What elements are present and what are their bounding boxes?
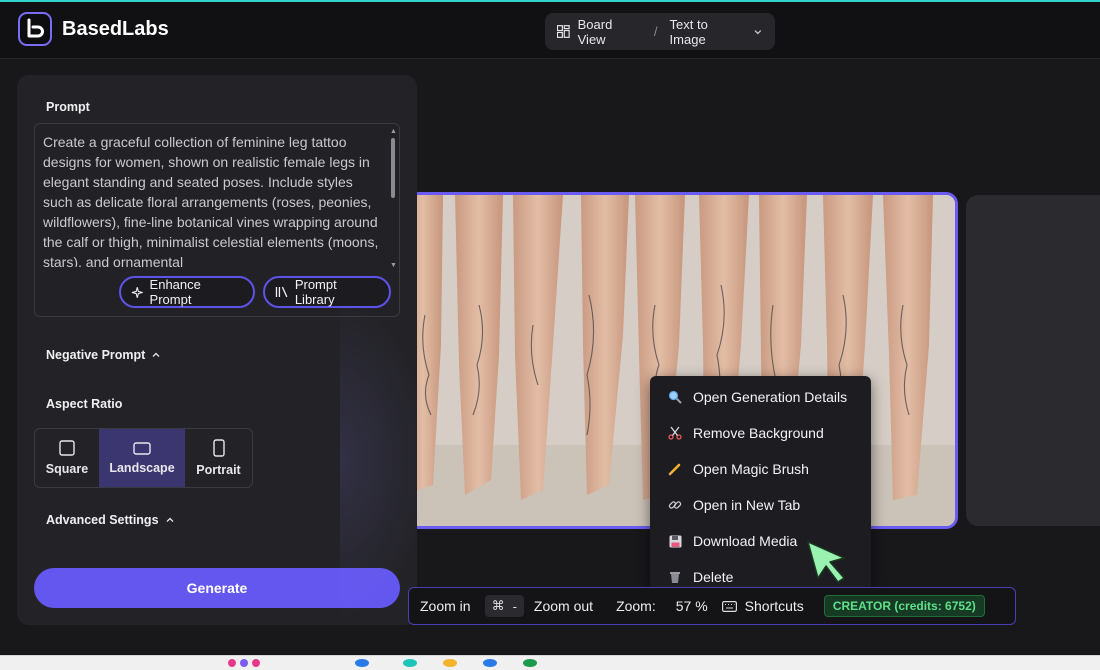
menu-item-remove-background[interactable]: Remove Background [650,415,871,451]
floppy-disk-icon [667,533,683,549]
canvas-toolbar: Zoom in ⌘ - Zoom out Zoom: 57 % Shortcut… [408,587,1016,625]
menu-label: Remove Background [693,425,824,441]
app-dot [523,659,537,667]
plan-credits-badge[interactable]: CREATOR (credits: 6752) [823,595,985,617]
next-image-card[interactable] [966,195,1100,526]
os-taskbar [0,655,1100,670]
menu-item-magic-brush[interactable]: Open Magic Brush [650,451,871,487]
app-dot [240,659,248,667]
enhance-prompt-button[interactable]: Enhance Prompt [119,276,255,308]
menu-label: Delete [693,569,734,585]
brand-name: BasedLabs [62,18,169,40]
app-dot [403,659,417,667]
logo-b-icon [27,18,44,38]
menu-item-generation-details[interactable]: Open Generation Details [650,379,871,415]
prompt-scrollbar[interactable]: ▲ ▼ [390,128,397,269]
prompt-textarea[interactable]: Create a graceful collection of feminine… [34,123,400,317]
zoom-out-button[interactable]: Zoom out [534,598,593,614]
prompt-library-label: Prompt Library [294,277,337,307]
breadcrumb-separator: / [653,24,658,39]
zoom-label: Zoom: [616,598,656,614]
aspect-portrait-label: Portrait [196,463,241,477]
aspect-option-square[interactable]: Square [35,429,99,487]
breadcrumb-mode[interactable]: Text to Image [670,17,746,47]
app-dot [355,659,369,667]
negative-prompt-label: Negative Prompt [46,348,146,362]
sparkle-icon [131,286,143,298]
negative-prompt-toggle[interactable]: Negative Prompt [46,348,161,362]
prompt-text[interactable]: Create a graceful collection of feminine… [43,132,383,267]
menu-label: Open Magic Brush [693,461,809,477]
aspect-ratio-label: Aspect Ratio [46,397,123,411]
aspect-landscape-label: Landscape [109,460,175,475]
advanced-settings-toggle[interactable]: Advanced Settings [46,513,175,527]
mouse-cursor-icon [807,541,845,583]
chevron-up-icon [152,352,160,357]
app-dot [443,659,457,667]
zoom-in-button[interactable]: Zoom in [420,598,471,614]
app-dot [228,659,236,667]
brand-logo[interactable] [18,12,52,46]
chevron-up-icon [166,517,173,522]
portrait-icon [212,439,225,457]
aspect-ratio-selector: Square Landscape Portrait [34,428,253,488]
menu-item-open-new-tab[interactable]: Open in New Tab [650,487,871,523]
aspect-square-label: Square [45,462,89,476]
shortcuts-label: Shortcuts [744,598,804,614]
keyboard-icon [721,600,737,612]
scissors-icon [667,425,683,441]
zoom-value[interactable]: 57 % [676,598,708,614]
pencil-icon [667,461,683,477]
menu-label: Download Media [693,533,798,549]
enhance-prompt-label: Enhance Prompt [149,277,201,307]
command-key-icon: ⌘ [491,598,505,613]
aspect-option-landscape[interactable]: Landscape [99,429,185,487]
library-icon [275,286,288,298]
breadcrumb-board-view[interactable]: Board View [578,17,642,47]
shortcuts-button[interactable]: Shortcuts [721,598,804,614]
magnifier-icon [667,389,683,405]
square-icon [59,440,75,456]
zoom-out-shortcut: ⌘ - [484,595,524,617]
scroll-up-icon[interactable]: ▲ [390,128,397,135]
scrollbar-thumb[interactable] [391,138,395,198]
trash-icon [667,569,683,585]
app-dot [483,659,497,667]
chevron-down-icon[interactable] [753,27,763,37]
settings-panel: Prompt Create a graceful collection of f… [17,75,417,625]
prompt-label: Prompt [46,100,90,114]
menu-label: Open in New Tab [693,497,801,513]
menu-label: Open Generation Details [693,389,848,405]
generate-button[interactable]: Generate [34,568,400,608]
minus-key: - [512,598,517,614]
breadcrumb: Board View / Text to Image [545,13,775,50]
grid-icon [557,25,570,38]
taskbar-pinned-apps[interactable] [355,659,537,667]
advanced-settings-label: Advanced Settings [46,513,159,527]
prompt-library-button[interactable]: Prompt Library [263,276,391,308]
app-dot [252,659,260,667]
landscape-icon [133,441,151,455]
app-header: BasedLabs Board View / Text to Image [0,2,1100,59]
aspect-option-portrait[interactable]: Portrait [185,429,252,487]
link-icon [667,497,683,513]
taskbar-apps-icon[interactable] [228,659,260,667]
scroll-down-icon[interactable]: ▼ [390,262,397,269]
